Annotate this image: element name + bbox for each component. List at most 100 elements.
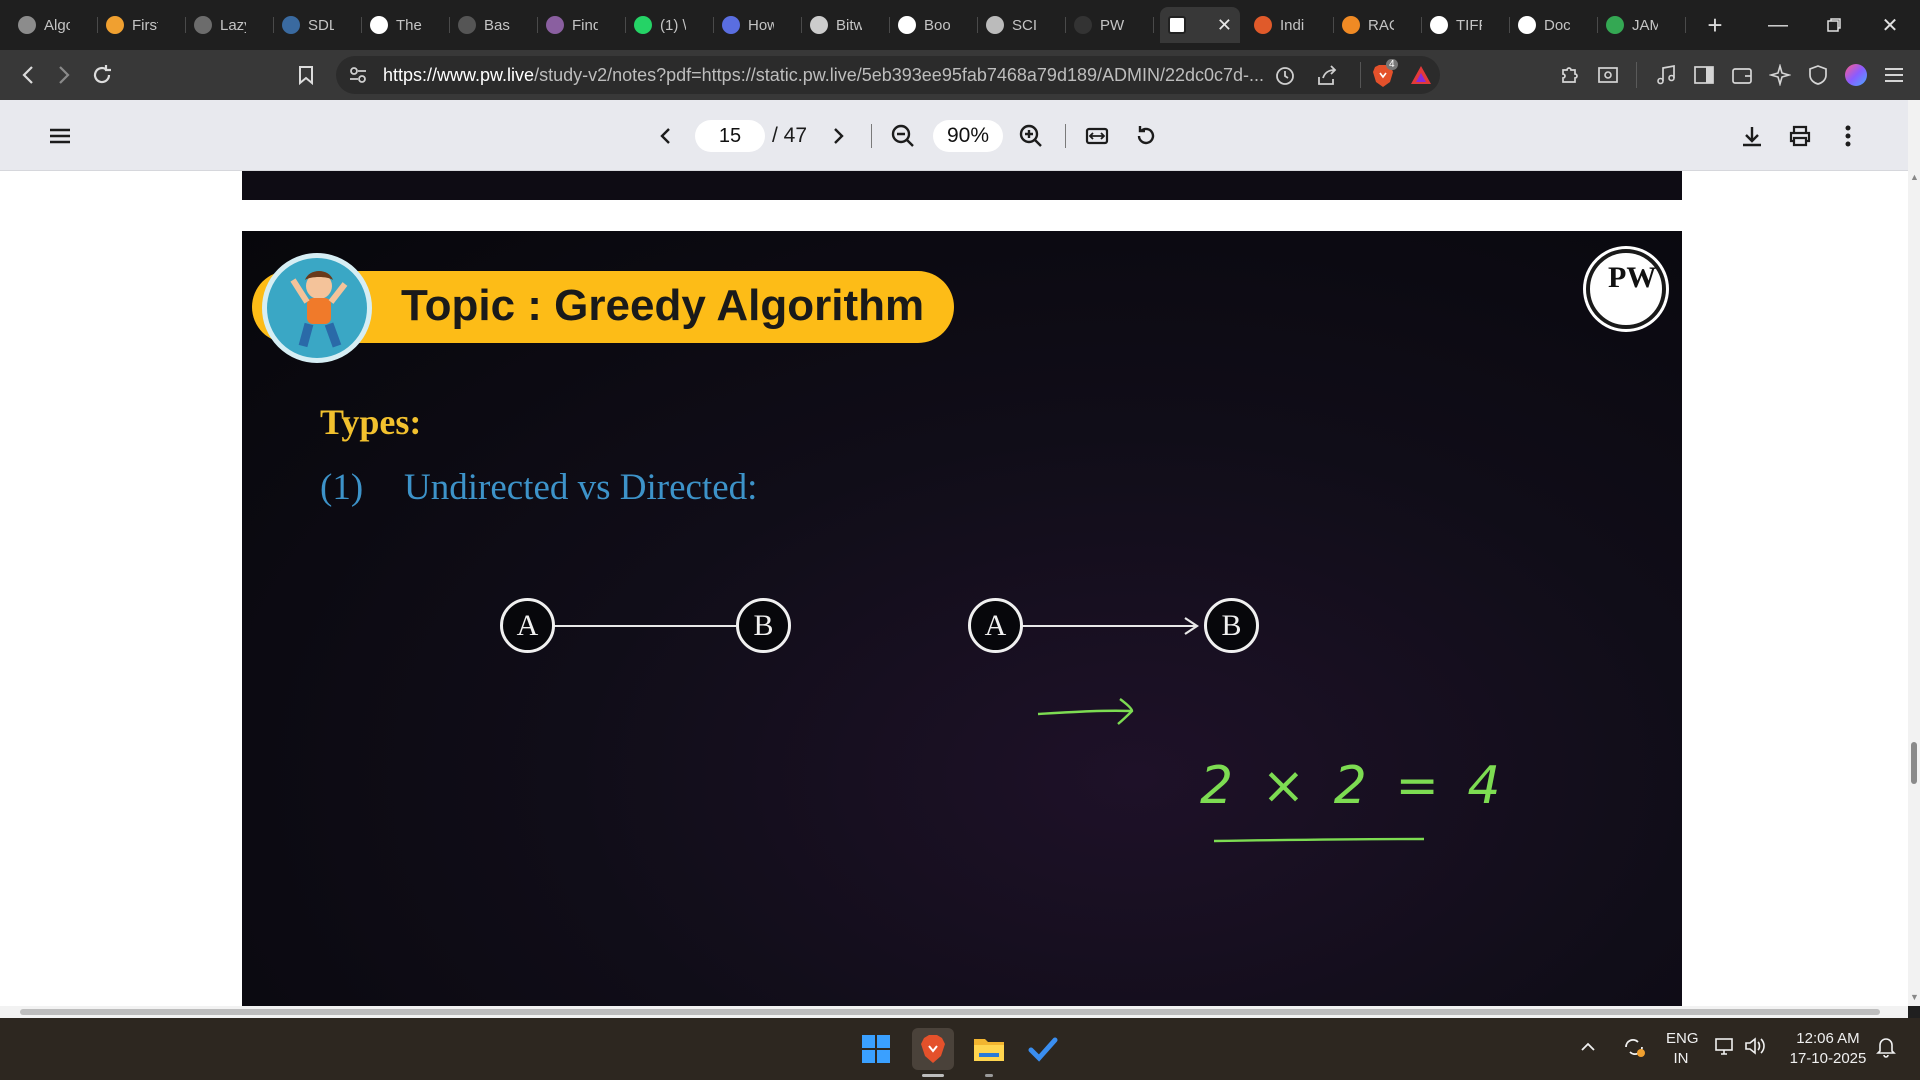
shield-icon bbox=[722, 16, 740, 34]
zoom-in-button[interactable] bbox=[1013, 118, 1049, 154]
minimize-button[interactable]: — bbox=[1750, 0, 1806, 50]
vpn-button[interactable] bbox=[1800, 50, 1836, 100]
bars-icon bbox=[282, 16, 300, 34]
history-icon[interactable] bbox=[1274, 65, 1296, 92]
fit-to-page-button[interactable] bbox=[1079, 118, 1115, 154]
todo-taskbar-app[interactable] bbox=[1022, 1028, 1064, 1070]
leo-ai-button[interactable] bbox=[1762, 50, 1798, 100]
page-title: Topic : Greedy Algorithm bbox=[401, 281, 925, 330]
pdf-viewer[interactable]: Topic : Greedy Algorithm PW Types: (1) U… bbox=[0, 171, 1908, 1006]
close-window-button[interactable]: ✕ bbox=[1862, 0, 1918, 50]
show-hidden-icons-button[interactable] bbox=[1580, 1038, 1596, 1058]
undirected-edge bbox=[552, 625, 736, 627]
tab[interactable]: Bitw bbox=[802, 7, 890, 43]
tab[interactable]: Boo bbox=[890, 7, 978, 43]
vertical-scroll-thumb[interactable] bbox=[1911, 742, 1917, 784]
rotate-button[interactable] bbox=[1128, 118, 1164, 154]
tab[interactable]: First bbox=[98, 7, 186, 43]
tab[interactable]: Indi bbox=[1246, 7, 1334, 43]
music-note-icon bbox=[1657, 64, 1675, 85]
reload-button[interactable] bbox=[84, 50, 120, 100]
language-indicator[interactable]: ENG IN bbox=[1666, 1029, 1699, 1069]
tab-title: (1) \ bbox=[660, 16, 686, 34]
extensions-button[interactable] bbox=[1552, 50, 1588, 100]
bookmark-button[interactable] bbox=[288, 50, 324, 100]
google-icon bbox=[1430, 16, 1448, 34]
more-actions-button[interactable] bbox=[1830, 118, 1866, 154]
next-page-button[interactable] bbox=[820, 118, 856, 154]
tab-active[interactable]: ✕ bbox=[1160, 7, 1240, 43]
scroll-down-icon[interactable]: ▼ bbox=[1910, 992, 1919, 1002]
tab[interactable]: PW bbox=[1066, 7, 1154, 43]
wallet-button[interactable] bbox=[1724, 50, 1760, 100]
pdf-toolbar: / 47 90% bbox=[0, 100, 1908, 171]
sidebar-button[interactable] bbox=[1686, 50, 1722, 100]
tab[interactable]: Doc bbox=[1510, 7, 1598, 43]
zoom-out-button[interactable] bbox=[885, 118, 921, 154]
tab[interactable]: The bbox=[362, 7, 450, 43]
tab[interactable]: SCIE bbox=[978, 7, 1066, 43]
tab-title: TIFF bbox=[1456, 16, 1482, 34]
tab[interactable]: Lazy bbox=[186, 7, 274, 43]
map-pin-icon bbox=[1606, 16, 1624, 34]
pw-logo-icon bbox=[1168, 16, 1186, 34]
site-settings-icon[interactable] bbox=[348, 66, 368, 89]
zoom-in-icon bbox=[1019, 124, 1042, 147]
checkmark-icon bbox=[1028, 1037, 1058, 1062]
page-number-input[interactable] bbox=[695, 120, 765, 152]
notifications-button[interactable] bbox=[1876, 1036, 1896, 1064]
vertical-scrollbar[interactable]: ▲ ▼ bbox=[1908, 100, 1920, 1006]
tab[interactable]: Algo bbox=[10, 7, 98, 43]
horizontal-scroll-thumb[interactable] bbox=[20, 1009, 1880, 1015]
profile-button[interactable] bbox=[1838, 50, 1874, 100]
restore-button[interactable] bbox=[1806, 0, 1862, 50]
avatar bbox=[1845, 64, 1867, 86]
network-button[interactable] bbox=[1714, 1036, 1736, 1062]
reader-mode-button[interactable] bbox=[1590, 50, 1626, 100]
language-code: ENG bbox=[1666, 1030, 1699, 1047]
tab-title: Lazy bbox=[220, 16, 246, 34]
handwritten-equation: 2 × 2 = 4 bbox=[1200, 756, 1507, 816]
scroll-up-icon[interactable]: ▲ bbox=[1910, 172, 1919, 182]
zoom-level-field[interactable]: 90% bbox=[933, 120, 1003, 152]
address-bar[interactable]: https://www.pw.live/study-v2/notes?pdf=h… bbox=[336, 56, 1440, 94]
restore-icon bbox=[1827, 18, 1841, 32]
pdf-sidebar-toggle[interactable] bbox=[42, 118, 78, 154]
print-button[interactable] bbox=[1782, 118, 1818, 154]
tab[interactable]: Find bbox=[538, 7, 626, 43]
file-explorer-taskbar-app[interactable] bbox=[968, 1028, 1010, 1070]
start-button[interactable] bbox=[855, 1028, 897, 1070]
volume-button[interactable] bbox=[1744, 1036, 1766, 1062]
close-tab-icon[interactable]: ✕ bbox=[1217, 15, 1232, 36]
back-button[interactable] bbox=[10, 50, 46, 100]
rotate-icon bbox=[1137, 126, 1155, 145]
media-button[interactable] bbox=[1648, 50, 1684, 100]
horizontal-scrollbar[interactable] bbox=[0, 1006, 1908, 1018]
forward-arrow-icon bbox=[59, 66, 70, 84]
reload-icon bbox=[93, 65, 111, 84]
menu-button[interactable] bbox=[1876, 50, 1912, 100]
tab[interactable]: (1) \ bbox=[626, 7, 714, 43]
download-button[interactable] bbox=[1734, 118, 1770, 154]
download-icon bbox=[1743, 127, 1761, 147]
tab[interactable]: SDL bbox=[274, 7, 362, 43]
tab[interactable]: JAM bbox=[1598, 7, 1686, 43]
new-tab-button[interactable]: + bbox=[1700, 10, 1730, 41]
clock[interactable]: 12:06 AM 17-10-2025 bbox=[1780, 1029, 1876, 1069]
brave-rewards-icon[interactable] bbox=[1410, 65, 1432, 90]
brave-taskbar-app[interactable] bbox=[912, 1028, 954, 1070]
brave-browser-icon bbox=[921, 1035, 945, 1063]
previous-page-button[interactable] bbox=[648, 118, 684, 154]
tab[interactable]: TIFF bbox=[1422, 7, 1510, 43]
forward-button[interactable] bbox=[46, 50, 82, 100]
clock-date: 17-10-2025 bbox=[1789, 1050, 1867, 1067]
back-arrow-icon bbox=[22, 66, 33, 84]
share-icon[interactable] bbox=[1316, 65, 1338, 92]
sync-status-button[interactable] bbox=[1622, 1036, 1646, 1064]
tab[interactable]: How bbox=[714, 7, 802, 43]
tab[interactable]: RAC bbox=[1334, 7, 1422, 43]
tab-title: SDL bbox=[308, 16, 334, 34]
graph-node-a: A bbox=[500, 598, 555, 653]
chevron-up-icon bbox=[1581, 1042, 1595, 1051]
tab[interactable]: Basi bbox=[450, 7, 538, 43]
